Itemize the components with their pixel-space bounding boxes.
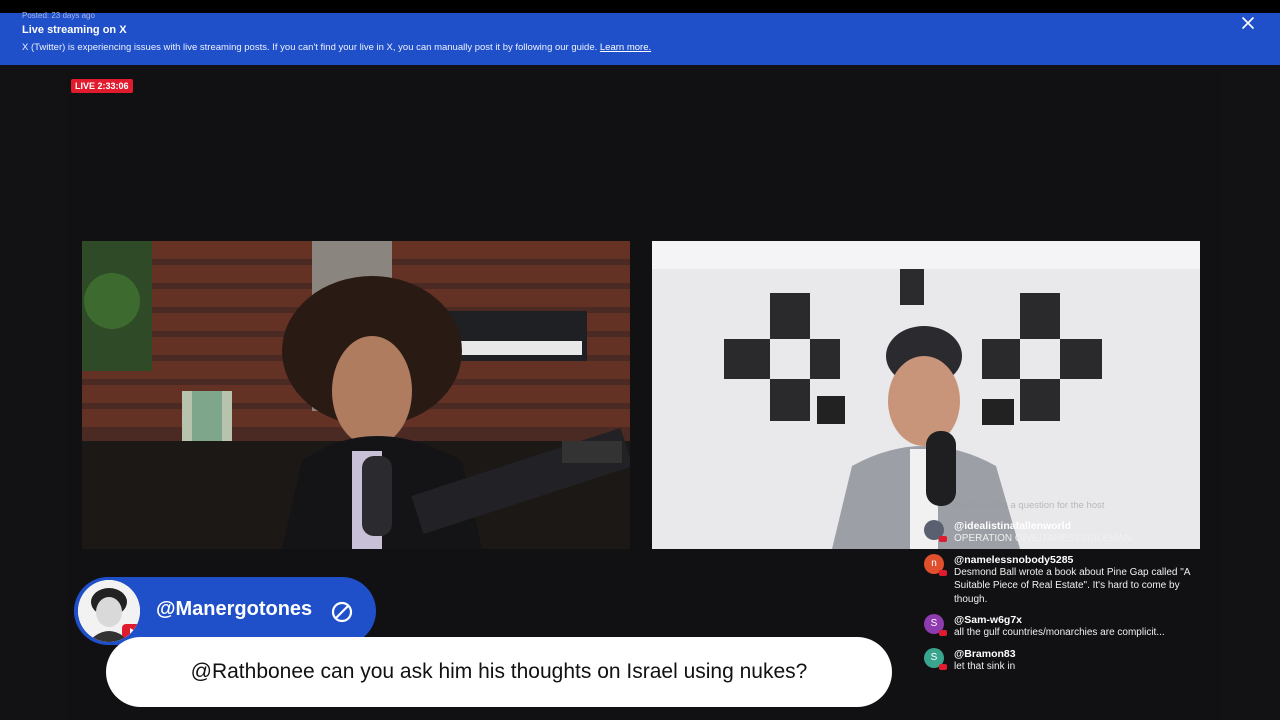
chat-message: S @Bramon83 let that sink in xyxy=(924,647,1204,674)
chat-avatar: n xyxy=(924,553,947,576)
chat-ticker: markvas has a question for the host xyxy=(954,500,1105,511)
featured-message: @Rathbonee can you ask him his thoughts … xyxy=(190,660,808,683)
featured-user-pill: @Manergotones xyxy=(74,577,376,645)
chat-username: @Sam-w6g7x xyxy=(954,614,1023,626)
chat-text: let that sink in xyxy=(954,660,1016,672)
avatar xyxy=(78,580,140,642)
youtube-icon xyxy=(939,569,947,576)
chat-avatar-letter: S xyxy=(930,651,938,663)
banner-title: Live streaming on X xyxy=(22,24,127,36)
top-bar xyxy=(0,0,1280,13)
chat-avatar-letter: S xyxy=(930,618,938,629)
chat-message: n @namelessnobody5285 Desmond Ball wrote… xyxy=(924,553,1204,607)
studio-scene-left xyxy=(82,241,630,549)
close-icon[interactable] xyxy=(1240,15,1256,31)
featured-message-box: @Rathbonee can you ask him his thoughts … xyxy=(106,637,892,707)
notification-banner: Posted: 23 days ago Live streaming on X … xyxy=(0,11,1280,65)
ban-icon xyxy=(331,601,353,623)
banner-posted-time: Posted: 23 days ago xyxy=(22,11,95,20)
chat-text: OPERATION GIVEITARESTSUILEMAN xyxy=(954,533,1132,544)
chat-username: @Bramon83 xyxy=(954,647,1016,660)
chat-text: all the gulf countries/monarchies are co… xyxy=(954,627,1165,638)
learn-more-link[interactable]: Learn more. xyxy=(600,42,651,53)
chat-avatar xyxy=(924,520,947,542)
chat-text: Desmond Ball wrote a book about Pine Gap… xyxy=(954,566,1190,605)
banner-message: X (Twitter) is experiencing issues with … xyxy=(22,42,651,53)
studio-scene-right xyxy=(652,241,1200,549)
youtube-icon xyxy=(939,630,947,636)
chat-avatar-letter: n xyxy=(931,557,937,569)
chat-username: @namelessnobody5285 xyxy=(954,553,1074,566)
chat-message: @idealistinafallenworld OPERATION GIVEIT… xyxy=(924,520,1204,546)
chat-username: @idealistinafallenworld xyxy=(954,520,1072,532)
chat-message: S @Sam-w6g7x all the gulf countries/mona… xyxy=(924,614,1204,640)
video-feed-left xyxy=(82,241,630,549)
chat-avatar: S xyxy=(924,614,947,636)
banner-message-text: X (Twitter) is experiencing issues with … xyxy=(22,42,598,53)
chat-avatar: S xyxy=(924,647,947,670)
chat-overlay: @idealistinafallenworld OPERATION GIVEIT… xyxy=(924,520,1204,681)
live-badge: LIVE 2:33:06 xyxy=(71,79,133,93)
youtube-icon xyxy=(939,536,947,542)
featured-username: @Manergotones xyxy=(156,598,313,620)
youtube-icon xyxy=(939,663,947,670)
video-feed-right xyxy=(652,241,1200,549)
youtube-icon xyxy=(122,624,140,638)
